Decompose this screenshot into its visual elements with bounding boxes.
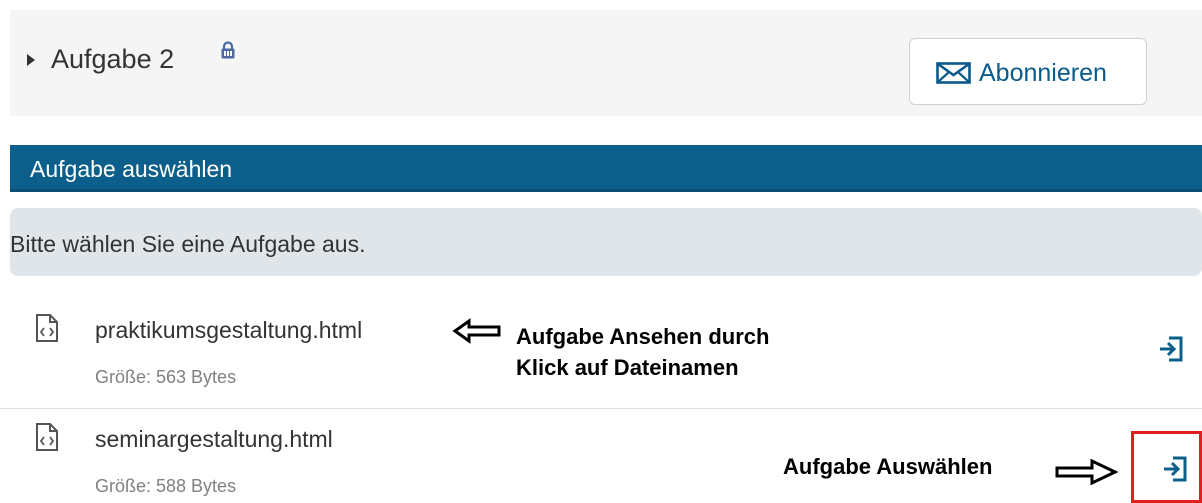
- file-size: Größe: 588 Bytes: [95, 476, 237, 496]
- annotation-line: Aufgabe Ansehen durch: [516, 324, 770, 349]
- subscribe-label: Abonnieren: [979, 59, 1107, 87]
- select-assignment-button[interactable]: [1148, 326, 1192, 370]
- file-row: seminargestaltung.html Größe: 588 Bytes: [0, 409, 1202, 503]
- envelope-icon: [936, 62, 971, 84]
- section-title: Aufgabe auswählen: [30, 156, 233, 182]
- annotation-arrow-left-icon: [452, 318, 502, 344]
- annotation-view-hint: Aufgabe Ansehen durch Klick auf Dateinam…: [516, 321, 769, 383]
- annotation-arrow-right-icon: [1054, 458, 1119, 486]
- file-code-icon: [35, 422, 59, 452]
- annotation-select-hint: Aufgabe Auswählen: [783, 454, 993, 479]
- info-box: Bitte wählen Sie eine Aufgabe aus.: [10, 208, 1202, 276]
- info-message: Bitte wählen Sie eine Aufgabe aus.: [10, 231, 366, 257]
- file-size: Größe: 563 Bytes: [95, 367, 237, 387]
- caret-right-icon[interactable]: [27, 54, 35, 66]
- subscribe-button[interactable]: Abonnieren: [909, 38, 1147, 105]
- file-code-icon: [35, 313, 59, 343]
- file-name-link[interactable]: seminargestaltung.html: [95, 426, 333, 453]
- sign-in-icon: [1160, 336, 1183, 362]
- assignment-title[interactable]: Aufgabe 2: [51, 44, 174, 75]
- annotation-line: Klick auf Dateinamen: [516, 355, 739, 380]
- file-name-link[interactable]: praktikumsgestaltung.html: [95, 317, 362, 344]
- section-header: Aufgabe auswählen: [10, 145, 1202, 192]
- lock-icon: [221, 41, 235, 59]
- annotation-highlight-box: [1131, 431, 1202, 503]
